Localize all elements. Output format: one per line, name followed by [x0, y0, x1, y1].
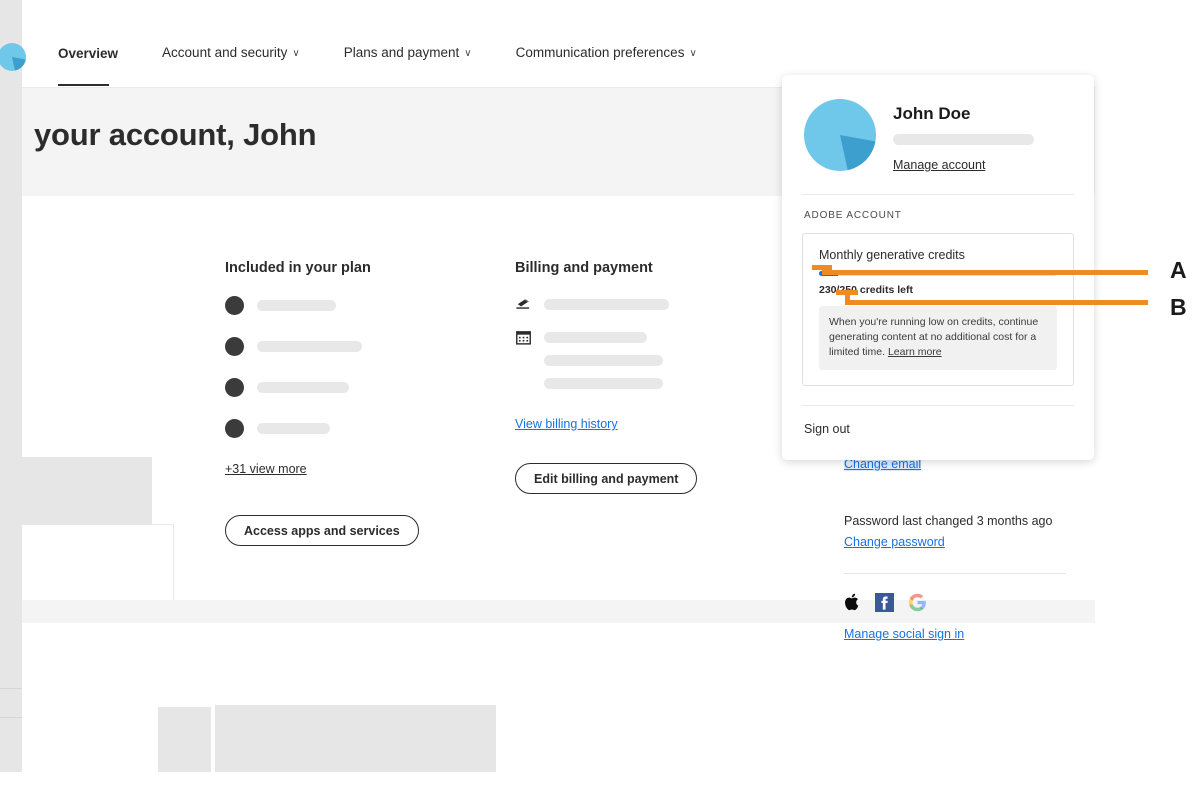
user-name: John Doe [893, 104, 971, 123]
nav-item-account-and-security[interactable]: Account and security ∨ [140, 44, 322, 64]
payment-card-icon [516, 299, 530, 309]
account-details-column: Change email Password last changed 3 mon… [844, 455, 1074, 643]
credits-title: Monthly generative credits [819, 248, 965, 262]
annotation-b-line [845, 300, 1148, 305]
skeleton-line-email [893, 134, 1034, 145]
manage-account-link[interactable]: Manage account [893, 158, 1034, 172]
billing-date-row [515, 329, 775, 389]
skeleton-line [257, 423, 330, 434]
nav-item-plans-and-payment[interactable]: Plans and payment ∨ [322, 44, 494, 64]
user-avatar-icon[interactable] [0, 43, 26, 71]
annotation-a-label: A [1170, 257, 1187, 283]
payment-method-row [515, 296, 775, 313]
skeleton-line [257, 300, 336, 311]
page-title: your account, John [34, 117, 317, 152]
included-in-plan-column: Included in your plan +31 view more Acce… [225, 260, 485, 546]
credits-info-note: When you're running low on credits, cont… [819, 306, 1057, 370]
nav-item-label: Communication preferences [515, 45, 685, 60]
annotation-a-line [822, 270, 1148, 275]
skeleton-line [544, 378, 663, 389]
apple-icon[interactable] [844, 592, 861, 612]
facebook-icon[interactable] [875, 592, 894, 612]
plan-app-icon [225, 296, 244, 315]
included-in-plan-title: Included in your plan [225, 260, 371, 276]
chevron-down-icon: ∨ [464, 48, 472, 59]
chevron-down-icon: ∨ [292, 48, 300, 59]
adobe-account-section-label: ADOBE ACCOUNT [804, 210, 902, 221]
view-more-apps-link[interactable]: +31 view more [225, 462, 307, 476]
lower-ghost-block [215, 705, 496, 772]
left-ghost-block [22, 457, 152, 524]
manage-social-sign-in-link[interactable]: Manage social sign in [844, 627, 964, 641]
calendar-icon [516, 331, 531, 345]
lower-ghost-block [158, 707, 211, 772]
plan-app-icon [225, 378, 244, 397]
screenshot-root: Overview Account and security ∨ Plans and… [0, 0, 1200, 795]
edit-billing-and-payment-button[interactable]: Edit billing and payment [515, 463, 698, 494]
panel-header: John Doe Manage account [782, 75, 1094, 172]
divider [844, 573, 1066, 574]
billing-date-skeletons [544, 329, 663, 389]
password-status-text: Password last changed 3 months ago [844, 514, 1053, 528]
change-password-link[interactable]: Change password [844, 535, 945, 549]
google-icon[interactable] [908, 593, 927, 612]
access-apps-and-services-button[interactable]: Access apps and services [225, 515, 419, 546]
nav-item-label: Overview [58, 46, 119, 61]
user-avatar-icon [804, 99, 876, 171]
skeleton-line [544, 355, 663, 366]
avatar-wedge [12, 57, 26, 71]
plan-item-row [225, 419, 485, 438]
plan-app-icon [225, 337, 244, 356]
plan-app-icon [225, 419, 244, 438]
social-sign-in-icons [844, 592, 1074, 612]
nav-item-communication-preferences[interactable]: Communication preferences ∨ [494, 44, 719, 64]
nav-item-list: Overview Account and security ∨ Plans and… [36, 44, 719, 64]
sign-out-button[interactable]: Sign out [782, 406, 1094, 436]
panel-user-info: John Doe Manage account [893, 99, 1034, 172]
billing-and-payment-column: Billing and payment View billing history… [515, 260, 775, 494]
skeleton-line [544, 332, 647, 343]
annotation-b-label: B [1170, 294, 1187, 320]
active-tab-underline [58, 84, 109, 86]
plan-item-row [225, 296, 485, 315]
avatar-wedge [840, 135, 876, 171]
plan-item-row [225, 378, 485, 397]
billing-and-payment-title: Billing and payment [515, 260, 653, 276]
skeleton-line [544, 299, 669, 310]
skeleton-line [257, 382, 349, 393]
nav-item-overview[interactable]: Overview [36, 45, 140, 63]
learn-more-link[interactable]: Learn more [888, 346, 942, 358]
generative-credits-box: Monthly generative credits 230/250 credi… [802, 233, 1074, 386]
chevron-down-icon: ∨ [689, 48, 697, 59]
plan-item-row [225, 337, 485, 356]
view-billing-history-link[interactable]: View billing history [515, 417, 618, 431]
skeleton-line [257, 341, 362, 352]
nav-item-label: Account and security [162, 45, 288, 60]
nav-item-label: Plans and payment [343, 45, 460, 60]
